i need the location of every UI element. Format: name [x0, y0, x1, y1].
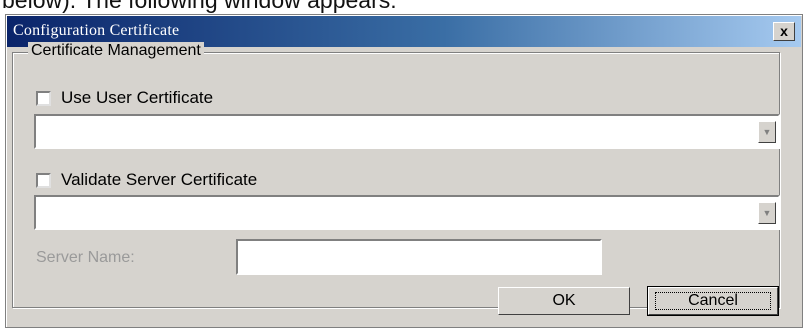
cancel-button[interactable]: Cancel — [647, 286, 779, 316]
validate-server-certificate-row[interactable]: Validate Server Certificate — [36, 170, 257, 190]
ok-button[interactable]: OK — [498, 287, 630, 315]
use-user-certificate-checkbox[interactable] — [36, 90, 51, 106]
server-certificate-select[interactable]: ▼ — [34, 195, 780, 230]
validate-server-certificate-label[interactable]: Validate Server Certificate — [61, 170, 257, 190]
close-button[interactable]: x — [773, 22, 795, 41]
chevron-down-icon: ▼ — [762, 208, 772, 218]
group-legend: Certificate Management — [28, 42, 204, 60]
instruction-caption: below). The following window appears: — [2, 0, 397, 13]
use-user-certificate-row[interactable]: Use User Certificate — [36, 88, 213, 108]
user-certificate-dropdown-button[interactable]: ▼ — [758, 121, 776, 143]
server-certificate-dropdown-button[interactable]: ▼ — [758, 202, 776, 224]
user-certificate-select[interactable]: ▼ — [34, 114, 780, 149]
chevron-down-icon: ▼ — [762, 127, 772, 137]
validate-server-certificate-checkbox[interactable] — [36, 172, 51, 188]
server-name-input[interactable] — [236, 239, 602, 275]
ok-button-label: OK — [552, 292, 576, 309]
use-user-certificate-label[interactable]: Use User Certificate — [61, 88, 213, 108]
server-name-label: Server Name: — [36, 249, 135, 266]
focus-rectangle — [655, 292, 771, 310]
close-icon: x — [780, 23, 788, 39]
window-title: Configuration Certificate — [13, 22, 180, 39]
